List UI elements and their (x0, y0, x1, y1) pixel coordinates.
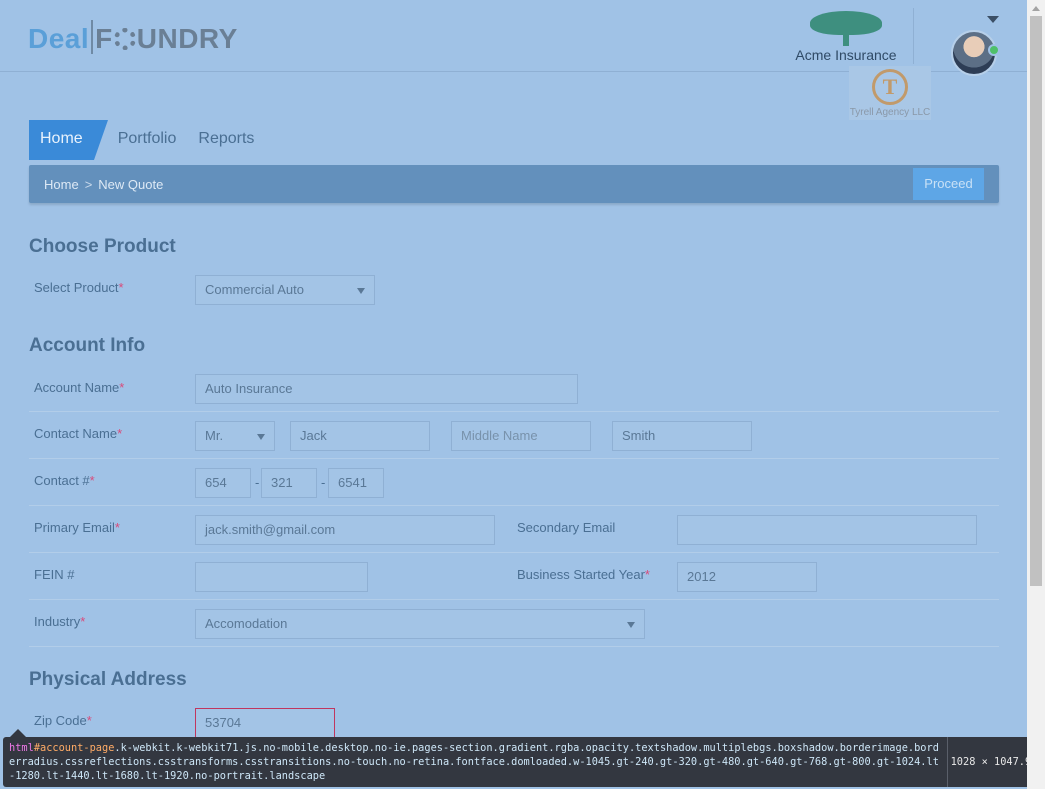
tab-reports[interactable]: Reports (187, 120, 265, 160)
phone-dash: - (255, 475, 260, 490)
contact-number-label: Contact #* (34, 473, 95, 488)
business-started-year-input[interactable]: 2012 (677, 562, 817, 592)
app-header: Deal F UNDRY Acme Insurance (0, 0, 1027, 76)
proceed-button[interactable]: Proceed (913, 168, 984, 200)
client-logo: Acme Insurance (790, 8, 902, 63)
industry-label: Industry* (34, 614, 86, 629)
form-row-fein: FEIN # Business Started Year* 2012 (29, 553, 999, 600)
tree-icon (806, 8, 886, 46)
form-row-industry: Industry* Accomodation (29, 600, 999, 647)
chevron-right-icon: > (84, 177, 93, 192)
account-name-input[interactable]: Auto Insurance (195, 374, 578, 404)
secondary-email-input[interactable] (677, 515, 977, 545)
main-nav: Home Portfolio Reports (29, 120, 265, 160)
devtools-classes: .k-webkit.k-webkit71.js.no-mobile.deskto… (9, 742, 939, 782)
phone-area-input[interactable]: 654 (195, 468, 251, 498)
primary-email-input[interactable]: jack.smith@gmail.com (195, 515, 495, 545)
gear-icon (113, 28, 136, 50)
zip-code-label: Zip Code* (34, 713, 92, 728)
primary-email-label: Primary Email* (34, 520, 120, 535)
page-scrollbar[interactable] (1027, 0, 1045, 789)
industry-value: Accomodation (205, 616, 288, 631)
account-page: Deal F UNDRY Acme Insurance T Tyrell Agenc… (0, 0, 1027, 789)
logo-divider (91, 20, 94, 54)
agency-badge-icon: T (872, 69, 908, 105)
client-name: Acme Insurance (795, 47, 897, 63)
devtools-id: #account-page (33, 742, 115, 754)
chevron-down-icon (627, 622, 635, 628)
scrollbar-thumb[interactable] (1030, 16, 1042, 586)
tab-portfolio[interactable]: Portfolio (107, 120, 188, 160)
salutation-dropdown[interactable]: Mr. (195, 421, 275, 451)
phone-dash: - (321, 475, 326, 490)
devtools-selector: html#account-page.k-webkit.k-webkit71.js… (9, 741, 945, 783)
account-name-label: Account Name* (34, 380, 125, 395)
industry-dropdown[interactable]: Accomodation (195, 609, 645, 639)
last-name-input[interactable]: Smith (612, 421, 752, 451)
form-row-account-name: Account Name* Auto Insurance (29, 365, 999, 412)
agency-name: Tyrell Agency LLC (849, 107, 931, 118)
logo-foundry-f: F (95, 23, 113, 54)
select-product-label: Select Product* (34, 280, 124, 295)
form-row-contact-number: Contact #* 654 - 321 - 6541 (29, 459, 999, 506)
fein-input[interactable] (195, 562, 368, 592)
fein-label: FEIN # (34, 567, 75, 582)
contact-name-label: Contact Name* (34, 426, 123, 441)
logo-deal-text: Deal (28, 23, 90, 54)
dealfoundry-logo[interactable]: Deal F UNDRY (28, 20, 238, 55)
header-divider (913, 8, 914, 64)
agency-logo: T Tyrell Agency LLC (849, 66, 931, 120)
phone-prefix-input[interactable]: 321 (261, 468, 317, 498)
section-title-account-info: Account Info (29, 335, 146, 356)
breadcrumb-new-quote: New Quote (98, 177, 164, 192)
zip-code-input[interactable]: 53704 (195, 708, 335, 738)
devtools-tooltip: html#account-page.k-webkit.k-webkit71.js… (3, 737, 1040, 787)
logo-foundry-text: UNDRY (136, 23, 238, 54)
select-product-dropdown[interactable]: Commercial Auto (195, 275, 375, 305)
section-title-choose-product: Choose Product (29, 236, 176, 257)
devtools-tag: html (9, 742, 34, 754)
form-row-email: Primary Email* jack.smith@gmail.com Seco… (29, 506, 999, 553)
chevron-down-icon (257, 434, 265, 440)
chevron-down-icon (357, 288, 365, 294)
secondary-email-label: Secondary Email (517, 520, 616, 535)
middle-name-input[interactable]: Middle Name (451, 421, 591, 451)
devtools-tooltip-arrow (10, 729, 26, 737)
user-menu-caret-icon[interactable] (987, 16, 999, 23)
form-row-contact-name: Contact Name* Mr. Jack Middle Name Smith (29, 412, 999, 459)
online-status-dot (988, 44, 1000, 56)
form-row-product: Select Product* Commercial Auto (29, 265, 999, 312)
section-title-physical-address: Physical Address (29, 669, 187, 690)
scroll-up-arrow-icon[interactable] (1032, 6, 1040, 11)
breadcrumb-bar: Home > New Quote Proceed (29, 165, 999, 203)
phone-line-input[interactable]: 6541 (328, 468, 384, 498)
breadcrumb: Home > New Quote (44, 177, 163, 192)
salutation-value: Mr. (205, 428, 224, 443)
tab-home[interactable]: Home (29, 120, 108, 160)
breadcrumb-home[interactable]: Home (44, 177, 79, 192)
select-product-value: Commercial Auto (205, 282, 304, 297)
business-started-label: Business Started Year* (517, 567, 650, 582)
first-name-input[interactable]: Jack (290, 421, 430, 451)
